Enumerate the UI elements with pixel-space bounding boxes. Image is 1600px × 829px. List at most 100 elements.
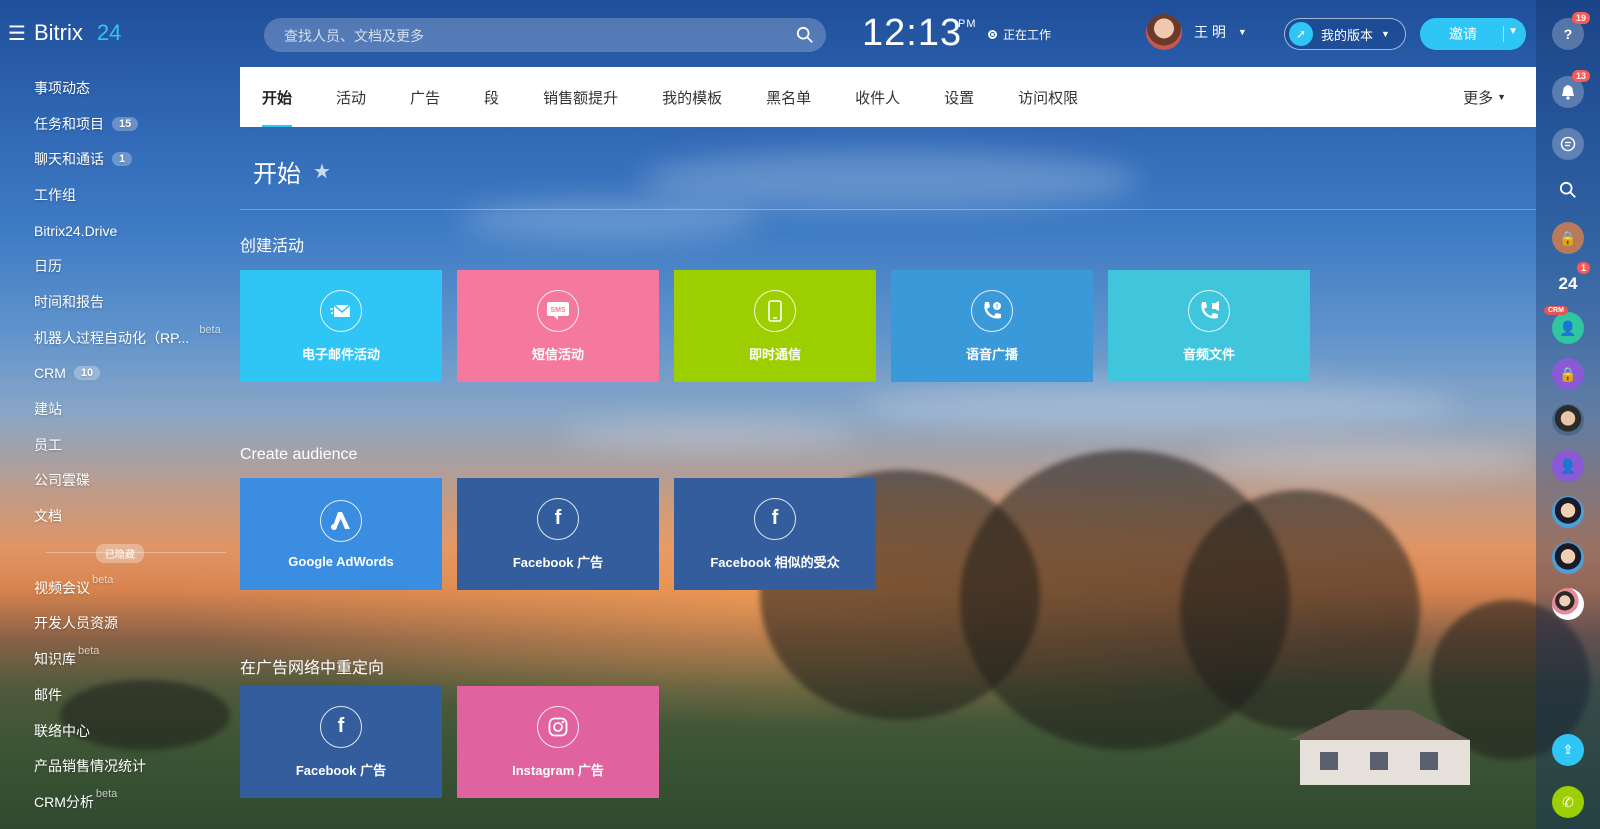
sidebar-item-calendar[interactable]: 日历	[0, 248, 230, 284]
work-status[interactable]: 正在工作	[988, 26, 1051, 43]
tile-facebook-retargeting[interactable]: f Facebook 广告	[240, 686, 442, 798]
sidebar-item-label: 任务和项目	[34, 115, 104, 132]
email-icon	[320, 289, 362, 332]
sidebar-item-crm-analytics[interactable]: CRM分析 beta	[0, 784, 230, 820]
tab-my-templates[interactable]: 我的模板	[640, 67, 744, 127]
sidebar-item-time-reports[interactable]: 时间和报告	[0, 284, 230, 320]
group-avatar[interactable]	[1552, 588, 1584, 620]
tab-recipients[interactable]: 收件人	[833, 67, 922, 127]
share-button[interactable]: ⇪	[1552, 734, 1584, 766]
sidebar-item-rpa[interactable]: 机器人过程自动化（RP... beta	[0, 320, 230, 356]
tile-facebook-ads[interactable]: f Facebook 广告	[457, 478, 659, 590]
tile-sms-campaign[interactable]: SMS 短信活动	[457, 270, 659, 382]
sidebar-item-label: Bitrix24.Drive	[34, 222, 118, 239]
avatar[interactable]	[1552, 542, 1584, 574]
sidebar-item-sales-stats[interactable]: 产品销售情况统计	[0, 748, 230, 784]
tab-access-rights[interactable]: 访问权限	[996, 67, 1100, 127]
sidebar-item-tasks[interactable]: 任务和项目 15	[0, 106, 230, 142]
sidebar-item-label: 邮件	[34, 686, 62, 703]
sidebar-item-knowledge[interactable]: 知识库 beta	[0, 641, 230, 677]
search-icon	[1559, 181, 1576, 198]
avatar[interactable]	[1552, 404, 1584, 436]
bitrix-tasks-button[interactable]: 24 1	[1552, 262, 1590, 300]
logo[interactable]: ☰ Bitrix 24	[8, 20, 121, 46]
sidebar-item-workgroups[interactable]: 工作组	[0, 177, 230, 213]
tab-label: 黑名单	[766, 89, 812, 107]
clock-ampm: PM	[958, 18, 977, 30]
star-icon[interactable]: ★	[313, 159, 331, 184]
sidebar-item-label: 建站	[34, 401, 62, 418]
sidebar-item-label: 视频会议	[34, 579, 90, 596]
tab-more[interactable]: 更多 ▼	[1441, 67, 1536, 127]
sidebar-item-label: CRM	[34, 365, 66, 382]
beta-tag: beta	[92, 573, 114, 586]
sidebar-item-video-conf[interactable]: 视频会议 beta	[0, 570, 230, 606]
beta-tag: beta	[78, 645, 100, 658]
tab-start[interactable]: 开始	[240, 67, 314, 127]
contact-avatar-button[interactable]: 👤	[1552, 450, 1584, 482]
my-version-button[interactable]: ➚ 我的版本 ▼	[1284, 18, 1406, 50]
tab-activities[interactable]: 活动	[314, 67, 388, 127]
invite-divider	[1503, 26, 1504, 42]
user-icon: 👤	[1559, 319, 1577, 336]
help-icon: ?	[1563, 26, 1573, 42]
avatar[interactable]	[1552, 496, 1584, 528]
locked-chat-button[interactable]: 🔒	[1552, 222, 1584, 254]
help-button[interactable]: ? 19	[1552, 12, 1590, 50]
user-icon: 👤	[1559, 457, 1577, 474]
tile-label: Instagram 广告	[512, 762, 604, 778]
sidebar-item-drive[interactable]: Bitrix24.Drive	[0, 213, 230, 249]
tile-facebook-lookalike[interactable]: f Facebook 相似的受众	[674, 478, 876, 590]
call-button[interactable]: ✆	[1552, 786, 1584, 818]
tile-label: Facebook 相似的受众	[710, 554, 840, 570]
tile-instant-messaging[interactable]: 即时通信	[674, 270, 876, 382]
sidebar-item-label: 聊天和通话	[34, 151, 104, 168]
hidden-separator[interactable]: 已隐藏	[0, 534, 230, 570]
divider	[240, 209, 1536, 210]
sidebar-item-developer[interactable]: 开发人员资源	[0, 606, 230, 642]
sidebar-item-mail[interactable]: 邮件	[0, 677, 230, 713]
search-input[interactable]	[282, 18, 786, 54]
count-badge: 10	[73, 366, 101, 381]
menu-icon[interactable]: ☰	[8, 21, 26, 46]
messages-button[interactable]	[1552, 128, 1584, 160]
tile-voice-broadcast[interactable]: ! 语音广播	[891, 270, 1093, 382]
sidebar-item-docs[interactable]: 文档	[0, 498, 230, 534]
sidebar-item-sites[interactable]: 建站	[0, 391, 230, 427]
notifications-button[interactable]: 13	[1552, 70, 1590, 108]
tile-label: 语音广播	[965, 346, 1018, 362]
crm-contact-button[interactable]: 👤 CRM	[1544, 306, 1584, 344]
sidebar-item-chat[interactable]: 聊天和通话 1	[0, 141, 230, 177]
tab-bar: 开始 活动 广告 段 销售额提升 我的模板 黑名单 收件人 设置 访问权限 更多…	[240, 67, 1536, 127]
tab-ads[interactable]: 广告	[388, 67, 462, 127]
sidebar-item-company-drive[interactable]: 公司雲碟	[0, 463, 230, 499]
chevron-down-icon[interactable]: ▼	[1508, 26, 1518, 37]
tab-blacklist[interactable]: 黑名单	[744, 67, 833, 127]
clock[interactable]: 12:13 PM	[862, 12, 976, 55]
sidebar-item-label: 公司雲碟	[34, 472, 90, 489]
tile-audio-file[interactable]: 音频文件	[1108, 270, 1310, 382]
sidebar-item-employees[interactable]: 员工	[0, 427, 230, 463]
invite-button[interactable]: 邀请 ▼	[1420, 18, 1526, 50]
tab-settings[interactable]: 设置	[922, 67, 996, 127]
tile-google-adwords[interactable]: Google AdWords	[240, 478, 442, 590]
facebook-icon: f	[754, 497, 796, 540]
avatar[interactable]	[1146, 14, 1182, 50]
sidebar-item-feed[interactable]: 事项动态	[0, 70, 230, 106]
tab-segments[interactable]: 段	[462, 67, 521, 127]
search-icon[interactable]	[796, 26, 814, 44]
tile-email-campaign[interactable]: 电子邮件活动	[240, 270, 442, 382]
user-menu[interactable]: 王 明 ▼	[1146, 14, 1247, 50]
search-box[interactable]	[264, 18, 826, 54]
tile-instagram-ads[interactable]: Instagram 广告	[457, 686, 659, 798]
sidebar-item-contact-center[interactable]: 联络中心	[0, 713, 230, 749]
locked-contact-button[interactable]: 🔒	[1552, 358, 1584, 390]
svg-text:!: !	[996, 304, 998, 310]
sidebar-item-crm[interactable]: CRM 10	[0, 356, 230, 392]
sms-icon: SMS	[537, 289, 579, 332]
rail-search-button[interactable]	[1552, 174, 1584, 206]
tab-label: 广告	[410, 89, 441, 107]
left-menu: 事项动态 任务和项目 15 聊天和通话 1 工作组 Bitrix24.Drive 日…	[0, 70, 230, 820]
tab-sales-boost[interactable]: 销售额提升	[521, 67, 640, 127]
logo-number: 24	[96, 20, 122, 45]
